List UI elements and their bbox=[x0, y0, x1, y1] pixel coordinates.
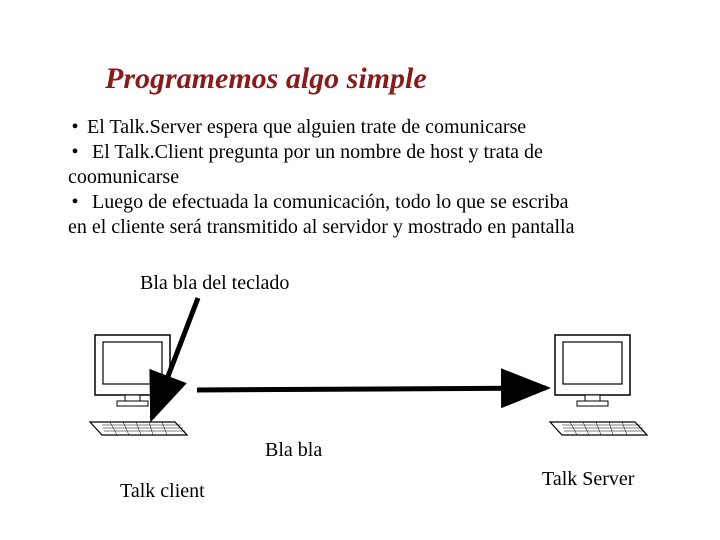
bullet-continuation: en el cliente será transmitido al servid… bbox=[68, 215, 668, 240]
bullet-dot-icon: • bbox=[68, 140, 82, 165]
keyboard-input-label: Bla bla del teclado bbox=[140, 272, 289, 295]
bullet-dot-icon: • bbox=[68, 190, 82, 215]
slide-title: Programemos algo simple bbox=[105, 62, 427, 96]
bullet-continuation: coomunicarse bbox=[68, 165, 668, 190]
bullet-text: El Talk.Server espera que alguien trate … bbox=[87, 116, 526, 138]
slide: Programemos algo simple • El Talk.Server… bbox=[0, 0, 720, 540]
client-caption: Talk client bbox=[120, 480, 205, 503]
bullet-text: Luego de efectuada la comunicación, todo… bbox=[92, 191, 568, 213]
bullet-list: • El Talk.Server espera que alguien trat… bbox=[68, 115, 668, 240]
bullet-item: • El Talk.Server espera que alguien trat… bbox=[68, 115, 668, 140]
client-computer-icon bbox=[85, 330, 195, 440]
server-computer-icon bbox=[545, 330, 655, 440]
bullet-text: El Talk.Client pregunta por un nombre de… bbox=[92, 141, 543, 163]
server-caption: Talk Server bbox=[542, 468, 634, 491]
bullet-item: • El Talk.Client pregunta por un nombre … bbox=[68, 140, 668, 165]
bullet-dot-icon: • bbox=[68, 115, 82, 140]
bullet-item: • Luego de efectuada la comunicación, to… bbox=[68, 190, 668, 215]
arrow-client-to-server-icon bbox=[197, 388, 546, 390]
bullet-text: coomunicarse bbox=[68, 166, 179, 188]
bullet-text: en el cliente será transmitido al servid… bbox=[68, 216, 575, 238]
transmission-label: Bla bla bbox=[265, 439, 322, 462]
